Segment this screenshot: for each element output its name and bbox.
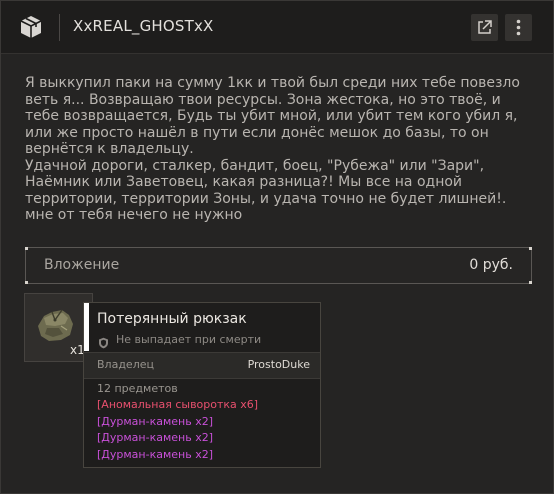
corner-mark xyxy=(529,281,532,284)
owner-value: ProstoDuke xyxy=(247,358,310,371)
corner-mark xyxy=(25,281,28,284)
header-divider xyxy=(59,14,60,41)
window-header: XxREAL_GHOSTxX xyxy=(1,1,553,54)
more-options-button[interactable] xyxy=(505,14,532,41)
tooltip-accent-bar xyxy=(84,303,89,351)
owner-row: Владелец ProstoDuke xyxy=(84,353,320,379)
item-tooltip: Потерянный рюкзак Не выпадает при смерти… xyxy=(83,302,321,468)
no-drop-text: Не выпадает при смерти xyxy=(116,333,262,346)
message-body: Я выккупил паки на сумму 1кк и твой был … xyxy=(25,75,520,223)
attachment-value: 0 руб. xyxy=(469,257,513,273)
contents-count: 12 предметов xyxy=(97,382,178,395)
attachment-label: Вложение xyxy=(44,257,120,273)
list-item: [Дурман-камень x2] xyxy=(97,414,213,428)
mail-window: XxREAL_GHOSTxX Я выккупил паки на сумму … xyxy=(0,0,554,494)
contents-list: [Аномальная сыворотка x6] [Дурман-камень… xyxy=(97,397,258,463)
list-item: [Дурман-камень x2] xyxy=(97,431,213,444)
external-link-icon xyxy=(478,20,492,34)
list-item: [Аномальная сыворотка x6] xyxy=(97,398,259,411)
backpack-icon xyxy=(38,309,73,341)
corner-mark xyxy=(25,247,28,250)
owner-label: Владелец xyxy=(97,358,154,371)
corner-mark xyxy=(529,247,532,250)
package-box-icon xyxy=(18,14,44,40)
vertical-dots-icon xyxy=(516,19,521,36)
shield-icon xyxy=(98,334,109,353)
sender-name: XxREAL_GHOSTxX xyxy=(73,17,214,35)
item-title: Потерянный рюкзак xyxy=(97,311,247,327)
attachment-bar: Вложение 0 руб. xyxy=(25,247,532,284)
open-external-button[interactable] xyxy=(471,14,498,41)
list-item: [Дурман-камень x2] xyxy=(97,447,213,461)
